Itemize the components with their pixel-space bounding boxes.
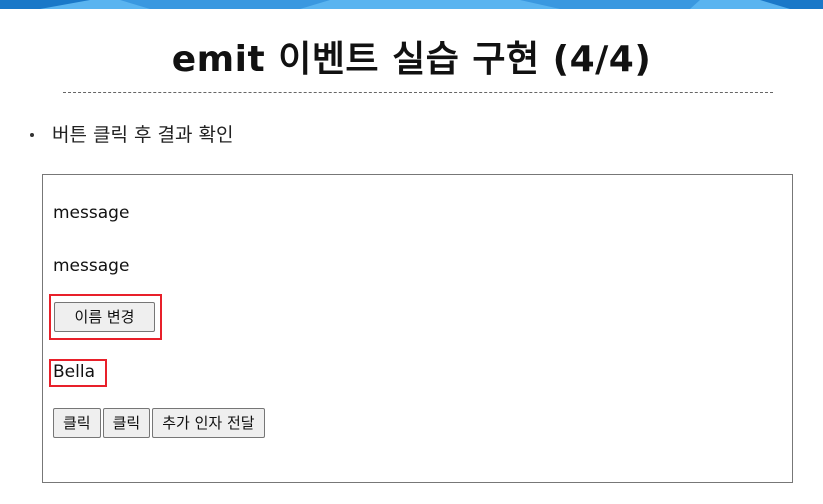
event-button-row: 클릭 클릭 추가 인자 전달 <box>53 408 265 438</box>
title-dashed-divider <box>63 92 773 93</box>
bullet-dot-icon <box>30 132 34 137</box>
bullet-text: 버튼 클릭 후 결과 확인 <box>52 124 234 146</box>
slide: emit 이벤트 실습 구현 (4/4) 버튼 클릭 후 결과 확인 messa… <box>0 0 823 504</box>
slide-title: emit 이벤트 실습 구현 (4/4) <box>171 39 652 80</box>
message-text-2: message <box>53 256 130 276</box>
click-button-2[interactable]: 클릭 <box>102 408 151 438</box>
click-button-1[interactable]: 클릭 <box>53 408 101 438</box>
message-text-1: message <box>53 203 130 223</box>
top-decorative-band <box>0 0 823 9</box>
pass-extra-args-button[interactable]: 추가 인자 전달 <box>152 408 265 438</box>
bullet-item: 버튼 클릭 후 결과 확인 <box>30 120 233 147</box>
band-graphic <box>0 0 823 9</box>
name-value-highlight-box <box>49 359 107 387</box>
rename-button-highlight-box <box>49 294 162 340</box>
